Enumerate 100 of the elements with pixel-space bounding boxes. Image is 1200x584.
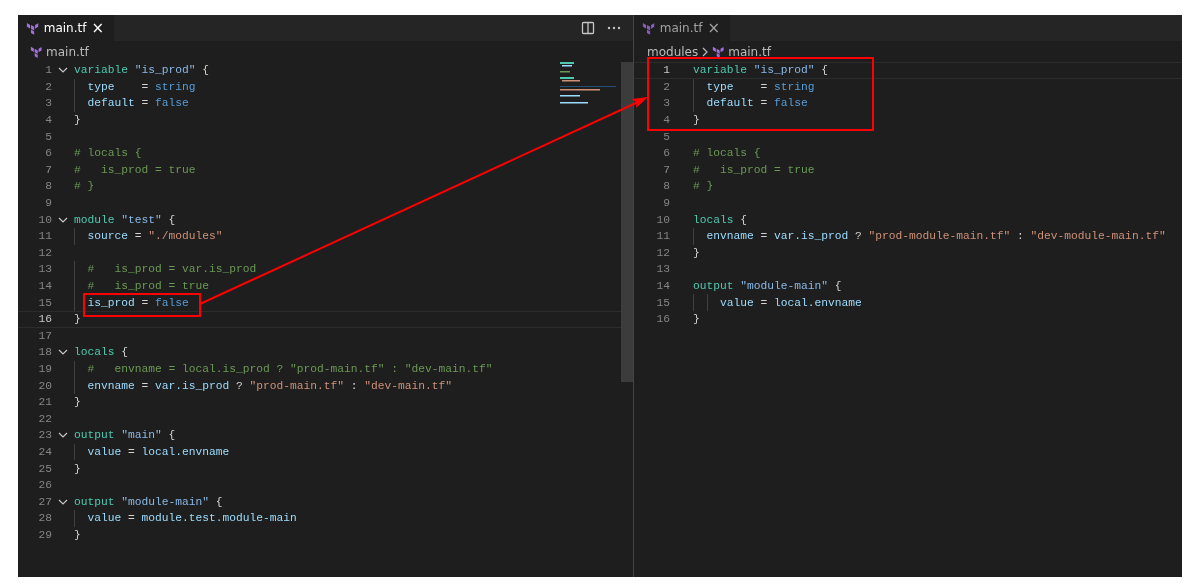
- code-token: variable: [693, 64, 748, 77]
- close-button[interactable]: ×: [91, 20, 104, 36]
- line-number: 15: [655, 296, 670, 309]
- code-token: =: [759, 97, 769, 110]
- line-number: 13: [655, 263, 670, 276]
- split-editor-icon[interactable]: [581, 21, 595, 35]
- line-number: 4: [662, 114, 670, 127]
- code-token: {: [833, 280, 842, 292]
- code-token: =: [133, 230, 143, 243]
- code-token: envname: [705, 230, 754, 243]
- chevron-down-icon[interactable]: [58, 498, 68, 505]
- code-token: }: [74, 462, 81, 475]
- code-token: }: [693, 246, 700, 259]
- code-token: {: [167, 213, 176, 226]
- code-token: =: [127, 445, 136, 458]
- chevron-right-icon: [702, 46, 709, 57]
- line-number: 29: [37, 528, 52, 541]
- chevron-down-icon[interactable]: [58, 216, 68, 223]
- code-token: "dev-main.tf": [364, 379, 453, 392]
- code-token: string: [774, 80, 815, 93]
- code-token: {: [214, 495, 223, 508]
- code-token: module: [74, 213, 116, 226]
- code-token: # locals {: [693, 147, 761, 160]
- code-token: module.test.module-main: [141, 512, 297, 525]
- line-number: 10: [655, 213, 670, 226]
- code-token: "module-main": [740, 280, 829, 292]
- line-number: 21: [37, 396, 52, 409]
- code-token: value: [86, 512, 122, 525]
- code-token: string: [155, 80, 196, 93]
- line-number: 20: [37, 379, 52, 392]
- code-token: {: [820, 64, 829, 77]
- breadcrumb-item[interactable]: main.tf: [46, 44, 89, 59]
- line-number: 13: [37, 263, 52, 276]
- line-number: 7: [44, 163, 52, 176]
- line-number: 6: [44, 147, 52, 160]
- line-number: 4: [44, 114, 52, 127]
- code-token: {: [739, 213, 748, 226]
- code-token: }: [693, 114, 700, 127]
- line-number: 11: [37, 230, 52, 243]
- code-token: variable: [74, 64, 129, 77]
- line-number: 25: [37, 462, 52, 475]
- code-token: default: [86, 97, 135, 110]
- code-token: # locals {: [74, 147, 142, 160]
- code-token: =: [759, 80, 769, 93]
- line-number: 14: [37, 280, 52, 292]
- line-number: 12: [655, 246, 670, 259]
- chevron-down-icon[interactable]: [58, 432, 68, 439]
- code-token: default: [705, 97, 754, 110]
- code-token: # is_prod = true: [693, 163, 815, 176]
- line-number: 2: [44, 80, 52, 93]
- line-number: 27: [37, 495, 52, 508]
- code-token: =: [759, 296, 769, 309]
- code-token: =: [127, 512, 136, 525]
- code-token: }: [74, 114, 81, 127]
- code-token: "test": [121, 213, 162, 226]
- code-token: =: [759, 230, 769, 243]
- code-token: {: [167, 429, 176, 442]
- code-token: "is_prod": [134, 64, 196, 77]
- code-token: }: [74, 396, 81, 409]
- more-icon[interactable]: [607, 26, 621, 30]
- line-number: 9: [662, 197, 670, 210]
- code-token: }: [74, 528, 81, 541]
- breadcrumb-item[interactable]: modules: [647, 44, 699, 59]
- line-number: 5: [44, 130, 52, 143]
- line-number: 8: [44, 180, 52, 193]
- line-number: 3: [662, 97, 670, 110]
- code-token: value: [86, 445, 122, 458]
- line-number: 19: [37, 363, 52, 375]
- code-token: =: [140, 379, 150, 392]
- editor-tab[interactable]: main.tf ×: [634, 15, 730, 41]
- line-number: 12: [37, 246, 52, 259]
- chevron-down-icon[interactable]: [58, 349, 68, 356]
- code-token: "is_prod": [753, 64, 815, 77]
- line-number: 22: [37, 412, 52, 425]
- code-token: ?: [854, 230, 863, 243]
- code-token: output: [74, 495, 116, 508]
- code-token: :: [349, 379, 359, 392]
- code-token: type: [705, 80, 734, 93]
- code-token: =: [140, 97, 150, 110]
- code-token: "prod-module-main.tf": [868, 230, 1011, 243]
- code-token: false: [155, 296, 189, 309]
- code-token: "main": [121, 429, 162, 442]
- code-token: {: [120, 346, 129, 359]
- file-type-icon: [26, 21, 39, 35]
- line-number: 16: [37, 313, 52, 326]
- close-button[interactable]: ×: [707, 20, 720, 36]
- editor-tab[interactable]: main.tf ×: [18, 15, 114, 41]
- line-number: 8: [662, 180, 670, 193]
- code-token: false: [155, 97, 189, 110]
- chevron-down-icon[interactable]: [58, 67, 68, 74]
- code-token: value: [719, 296, 754, 309]
- code-token: type: [86, 80, 115, 93]
- code-token: false: [774, 97, 808, 110]
- code-token: }: [693, 313, 700, 326]
- line-number: 17: [37, 329, 52, 342]
- scrollbar[interactable]: [621, 62, 633, 382]
- line-number: 3: [44, 97, 52, 110]
- code-token: # is_prod = true: [74, 163, 196, 176]
- code-token: is_prod: [86, 296, 135, 309]
- breadcrumb-item[interactable]: main.tf: [728, 44, 771, 59]
